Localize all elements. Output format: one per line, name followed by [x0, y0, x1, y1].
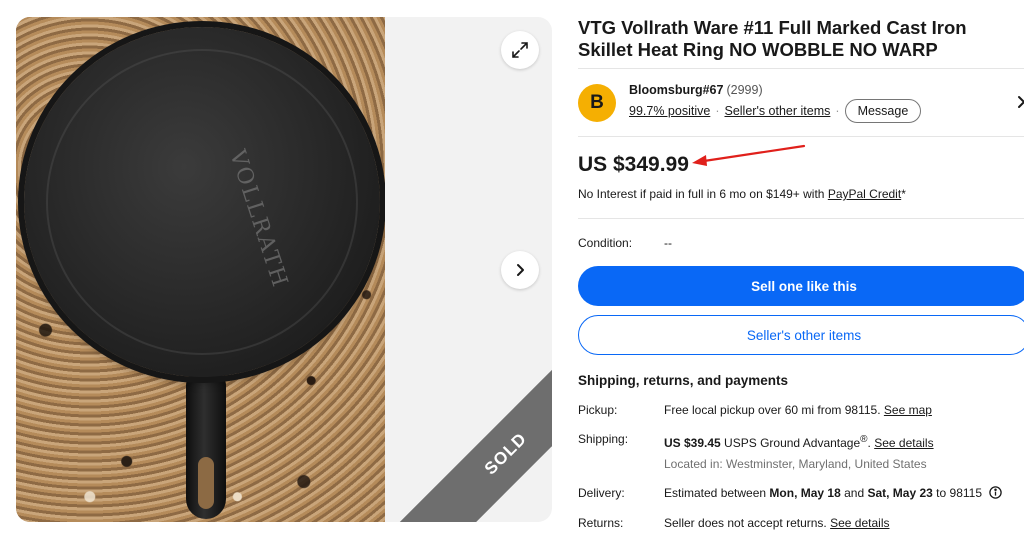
delivery-start: Mon, May 18 — [769, 486, 841, 500]
shipping-value: US $39.45 USPS Ground Advantage®. See de… — [664, 434, 934, 450]
delivery-prefix: Estimated between — [664, 486, 770, 500]
pickup-value: Free local pickup over 60 mi from 98115.… — [664, 403, 932, 417]
skillet-rim — [46, 49, 358, 355]
seller-links: 99.7% positive · Seller's other items · … — [629, 99, 922, 123]
seller-name-row: Bloomsburg#67 (2999) — [629, 83, 763, 97]
listing-photo[interactable]: VOLLRATH — [16, 17, 385, 522]
seller-positive-link[interactable]: 99.7% positive — [629, 104, 710, 118]
listing-title: VTG Vollrath Ware #11 Full Marked Cast I… — [578, 17, 967, 60]
skillet-handle-hole — [198, 457, 214, 509]
returns-see-details-link[interactable]: See details — [830, 516, 889, 530]
divider — [578, 218, 1024, 219]
delivery-value: Estimated between Mon, May 18 and Sat, M… — [664, 486, 1003, 500]
credit-text: No Interest if paid in full in 6 mo on $… — [578, 187, 828, 201]
next-image-button[interactable] — [501, 251, 539, 289]
sold-label: SOLD — [480, 428, 531, 479]
shipping-label: Shipping: — [578, 432, 629, 446]
shipping-see-details-link[interactable]: See details — [874, 436, 933, 450]
pickup-text: Free local pickup over 60 mi from 98115. — [664, 403, 881, 417]
seller-other-items-link[interactable]: Seller's other items — [724, 104, 830, 118]
separator-dot: · — [715, 104, 720, 118]
seller-card: B Bloomsburg#67 (2999) 99.7% positive · S… — [578, 82, 1024, 126]
divider — [578, 68, 1024, 69]
see-map-link[interactable]: See map — [884, 403, 932, 417]
skillet-body — [24, 27, 380, 377]
annotation-arrow — [692, 144, 806, 166]
delivery-and: and — [840, 486, 868, 500]
price: US $349.99 — [578, 153, 689, 176]
seller-name[interactable]: Bloomsburg#67 — [629, 83, 723, 97]
sold-ribbon: SOLD — [394, 342, 552, 522]
returns-value: Seller does not accept returns. See deta… — [664, 516, 889, 530]
shipping-service: USPS Ground Advantage — [720, 436, 861, 450]
seller-feedback-count: (2999) — [726, 83, 763, 97]
seller-avatar[interactable]: B — [578, 84, 616, 122]
pickup-label: Pickup: — [578, 403, 618, 417]
chevron-right-icon — [517, 264, 524, 276]
divider — [578, 136, 1024, 137]
paypal-credit-text: No Interest if paid in full in 6 mo on $… — [578, 187, 906, 201]
info-icon[interactable] — [989, 486, 1003, 499]
shipping-heading: Shipping, returns, and payments — [578, 373, 789, 388]
delivery-suffix: to 98115 — [932, 486, 982, 500]
paypal-credit-link[interactable]: PayPal Credit — [828, 187, 901, 201]
chevron-right-icon[interactable] — [1014, 94, 1024, 110]
condition-value: -- — [664, 236, 672, 250]
message-button[interactable]: Message — [844, 99, 922, 123]
image-gallery: VOLLRATH SOLD — [16, 17, 552, 522]
returns-label: Returns: — [578, 516, 624, 530]
delivery-end: Sat, May 23 — [867, 486, 933, 500]
returns-text: Seller does not accept returns. — [664, 516, 827, 530]
condition-label: Condition: — [578, 236, 633, 250]
credit-suffix: * — [901, 187, 906, 201]
expand-image-button[interactable] — [501, 31, 539, 69]
separator-dot: · — [835, 104, 840, 118]
expand-icon — [512, 42, 528, 58]
sellers-other-items-button[interactable]: Seller's other items — [578, 315, 1024, 355]
sell-one-like-this-button[interactable]: Sell one like this — [578, 266, 1024, 306]
delivery-label: Delivery: — [578, 486, 625, 500]
shipping-cost: US $39.45 — [664, 436, 721, 450]
registered-mark: ® — [860, 434, 868, 445]
item-location: Located in: Westminster, Maryland, Unite… — [664, 457, 927, 471]
